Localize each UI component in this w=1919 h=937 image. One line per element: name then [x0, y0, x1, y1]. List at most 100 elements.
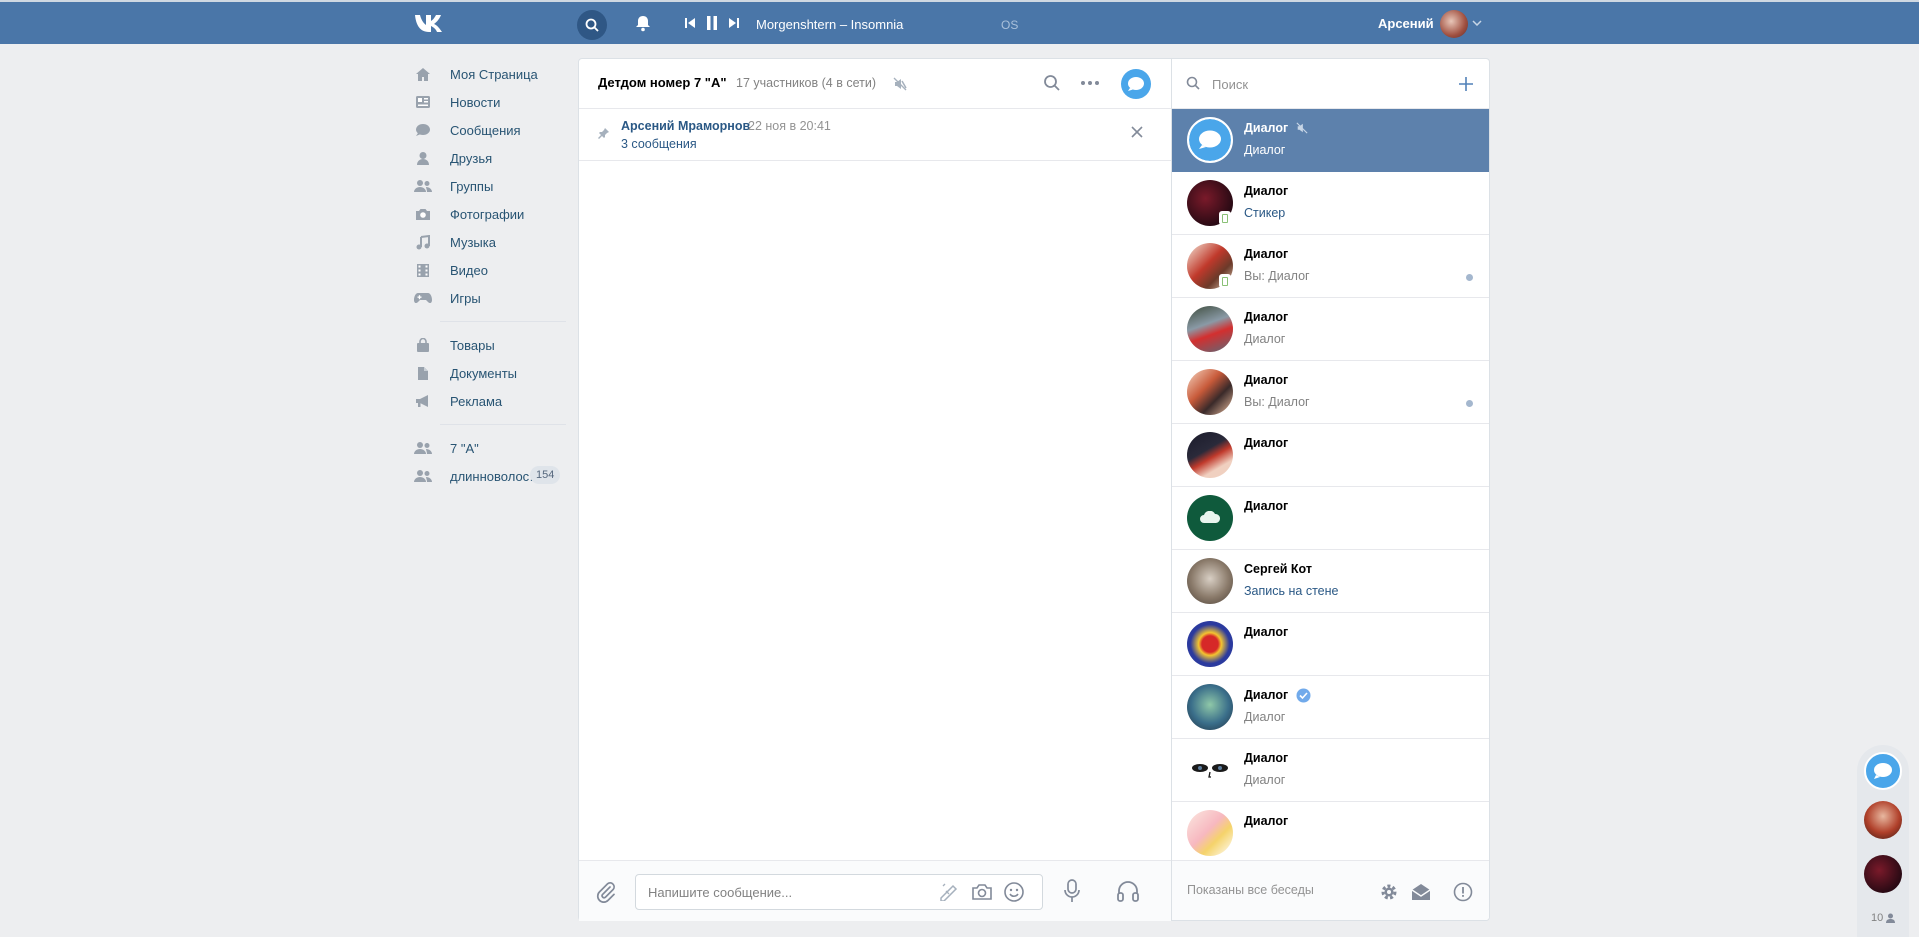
- left-sidebar: Моя Страница Новости Сообщения Друзья Гр…: [410, 60, 566, 490]
- envelope-icon[interactable]: [1410, 882, 1432, 902]
- pinned-author[interactable]: Арсений Мраморнов: [621, 119, 750, 133]
- close-icon[interactable]: [1131, 126, 1143, 138]
- online-count[interactable]: 10: [1871, 912, 1896, 924]
- search-icon: [1186, 76, 1200, 90]
- list-item[interactable]: Сергей Кот Запись на стене: [1172, 550, 1489, 613]
- search-icon[interactable]: [1043, 74, 1061, 92]
- dialogs-panel: Диалог Диалог Диалог Стикер Диалог Вы: Д…: [1172, 58, 1490, 921]
- list-item[interactable]: Диалог: [1172, 424, 1489, 487]
- dialog-list: Диалог Диалог Диалог Стикер Диалог Вы: Д…: [1172, 109, 1489, 860]
- messages-icon: [413, 122, 433, 138]
- track-extra: OS: [1001, 18, 1019, 32]
- sidebar-item-label: Новости: [450, 94, 501, 110]
- sidebar-item-label: 7 "А": [450, 440, 479, 456]
- sidebar-item-my-page[interactable]: Моя Страница: [410, 60, 566, 88]
- dialogs-footer: Показаны все беседы: [1172, 860, 1489, 920]
- document-icon: [413, 365, 433, 381]
- muted-icon: [893, 77, 907, 91]
- sidebar-item-friends[interactable]: Друзья: [410, 144, 566, 172]
- pinned-message[interactable]: Арсений Мраморнов 22 ноя в 20:41 3 сообщ…: [579, 109, 1171, 161]
- dialog-preview: Стикер: [1244, 206, 1286, 220]
- sidebar-item-video[interactable]: Видео: [410, 256, 566, 284]
- sidebar-item-music[interactable]: Музыка: [410, 228, 566, 256]
- avatar: [1187, 432, 1233, 478]
- previous-track-icon[interactable]: [684, 17, 696, 29]
- chat-title[interactable]: Детдом номер 7 "А": [598, 75, 727, 90]
- info-icon[interactable]: [1453, 882, 1473, 902]
- sidebar-item-label: Группы: [450, 178, 494, 194]
- avatar: [1187, 684, 1233, 730]
- avatar[interactable]: [1864, 855, 1902, 893]
- sidebar-item-ads[interactable]: Реклама: [410, 387, 566, 415]
- graffiti-icon[interactable]: [938, 883, 960, 901]
- headphones-icon[interactable]: [1116, 879, 1140, 903]
- sidebar-item-label: Друзья: [450, 150, 493, 166]
- list-item[interactable]: Диалог Диалог: [1172, 109, 1489, 172]
- dialog-name: Диалог: [1244, 247, 1289, 261]
- dialogs-filter-label[interactable]: Показаны все беседы: [1187, 883, 1314, 897]
- gear-icon[interactable]: [1379, 882, 1399, 902]
- list-item[interactable]: Диалог Диалог: [1172, 739, 1489, 802]
- sidebar-item-label: Реклама: [450, 393, 503, 409]
- chat-avatar-icon[interactable]: [1121, 69, 1151, 99]
- sidebar-item-documents[interactable]: Документы: [410, 359, 566, 387]
- top-bar: Morgenshtern – Insomnia OS Арсений: [0, 0, 1919, 44]
- pinned-count[interactable]: 3 сообщения: [621, 137, 697, 151]
- avatar: [1187, 495, 1233, 541]
- list-item[interactable]: Диалог: [1172, 613, 1489, 676]
- more-icon[interactable]: [1079, 74, 1101, 92]
- camera-icon[interactable]: [971, 883, 993, 901]
- sidebar-item-label: Игры: [450, 290, 481, 306]
- sidebar-item-label: Сообщения: [450, 122, 521, 138]
- smile-icon[interactable]: [1003, 881, 1025, 903]
- list-item[interactable]: Диалог Диалог: [1172, 676, 1489, 739]
- bag-icon: [413, 337, 433, 353]
- unread-indicator: [1466, 400, 1473, 407]
- sidebar-item-group-7a[interactable]: 7 "А": [410, 434, 566, 462]
- sidebar-item-messages[interactable]: Сообщения: [410, 116, 566, 144]
- list-item[interactable]: Диалог: [1172, 487, 1489, 550]
- dialog-name: Диалог: [1244, 688, 1289, 702]
- divider: [440, 321, 566, 322]
- pinned-date: 22 ноя в 20:41: [748, 119, 831, 133]
- avatar[interactable]: [1864, 801, 1902, 839]
- list-item[interactable]: Диалог Вы: Диалог: [1172, 361, 1489, 424]
- vk-logo-icon[interactable]: [413, 12, 447, 34]
- list-item[interactable]: Диалог Диалог: [1172, 298, 1489, 361]
- avatar: [1187, 747, 1233, 793]
- sidebar-item-photos[interactable]: Фотографии: [410, 200, 566, 228]
- list-item[interactable]: Диалог Вы: Диалог: [1172, 235, 1489, 298]
- dialog-preview: Вы: Диалог: [1244, 269, 1310, 283]
- user-name[interactable]: Арсений: [1378, 16, 1434, 31]
- avatar[interactable]: [1440, 10, 1468, 38]
- list-item[interactable]: Диалог Стикер: [1172, 172, 1489, 235]
- dialog-preview: Диалог: [1244, 332, 1286, 346]
- avatar: [1187, 810, 1233, 856]
- microphone-icon[interactable]: [1062, 878, 1082, 904]
- chevron-down-icon[interactable]: [1472, 20, 1482, 26]
- sidebar-item-news[interactable]: Новости: [410, 88, 566, 116]
- list-item[interactable]: Диалог: [1172, 802, 1489, 860]
- plus-icon[interactable]: [1457, 75, 1475, 93]
- group-icon: [413, 468, 433, 484]
- search-input[interactable]: [1212, 72, 1432, 96]
- dialogs-search: [1172, 59, 1489, 109]
- sidebar-item-games[interactable]: Игры: [410, 284, 566, 312]
- sidebar-item-groups[interactable]: Группы: [410, 172, 566, 200]
- dialog-name: Диалог: [1244, 310, 1289, 324]
- search-icon[interactable]: [577, 10, 607, 40]
- paperclip-icon[interactable]: [595, 881, 617, 903]
- dialog-preview: Запись на стене: [1244, 584, 1339, 598]
- pause-icon[interactable]: [706, 15, 718, 31]
- messages-icon[interactable]: [1864, 752, 1902, 790]
- ads-icon: [413, 393, 433, 409]
- avatar: [1187, 621, 1233, 667]
- chat-members[interactable]: 17 участников (4 в сети): [736, 76, 876, 90]
- next-track-icon[interactable]: [728, 17, 740, 29]
- track-title[interactable]: Morgenshtern – Insomnia: [756, 17, 903, 32]
- sidebar-item-goods[interactable]: Товары: [410, 331, 566, 359]
- person-icon: [1886, 913, 1896, 923]
- sidebar-item-group-long[interactable]: длинноволос… 154: [410, 462, 566, 490]
- sidebar-item-label: длинноволос…: [450, 468, 543, 484]
- bell-icon[interactable]: [634, 14, 652, 32]
